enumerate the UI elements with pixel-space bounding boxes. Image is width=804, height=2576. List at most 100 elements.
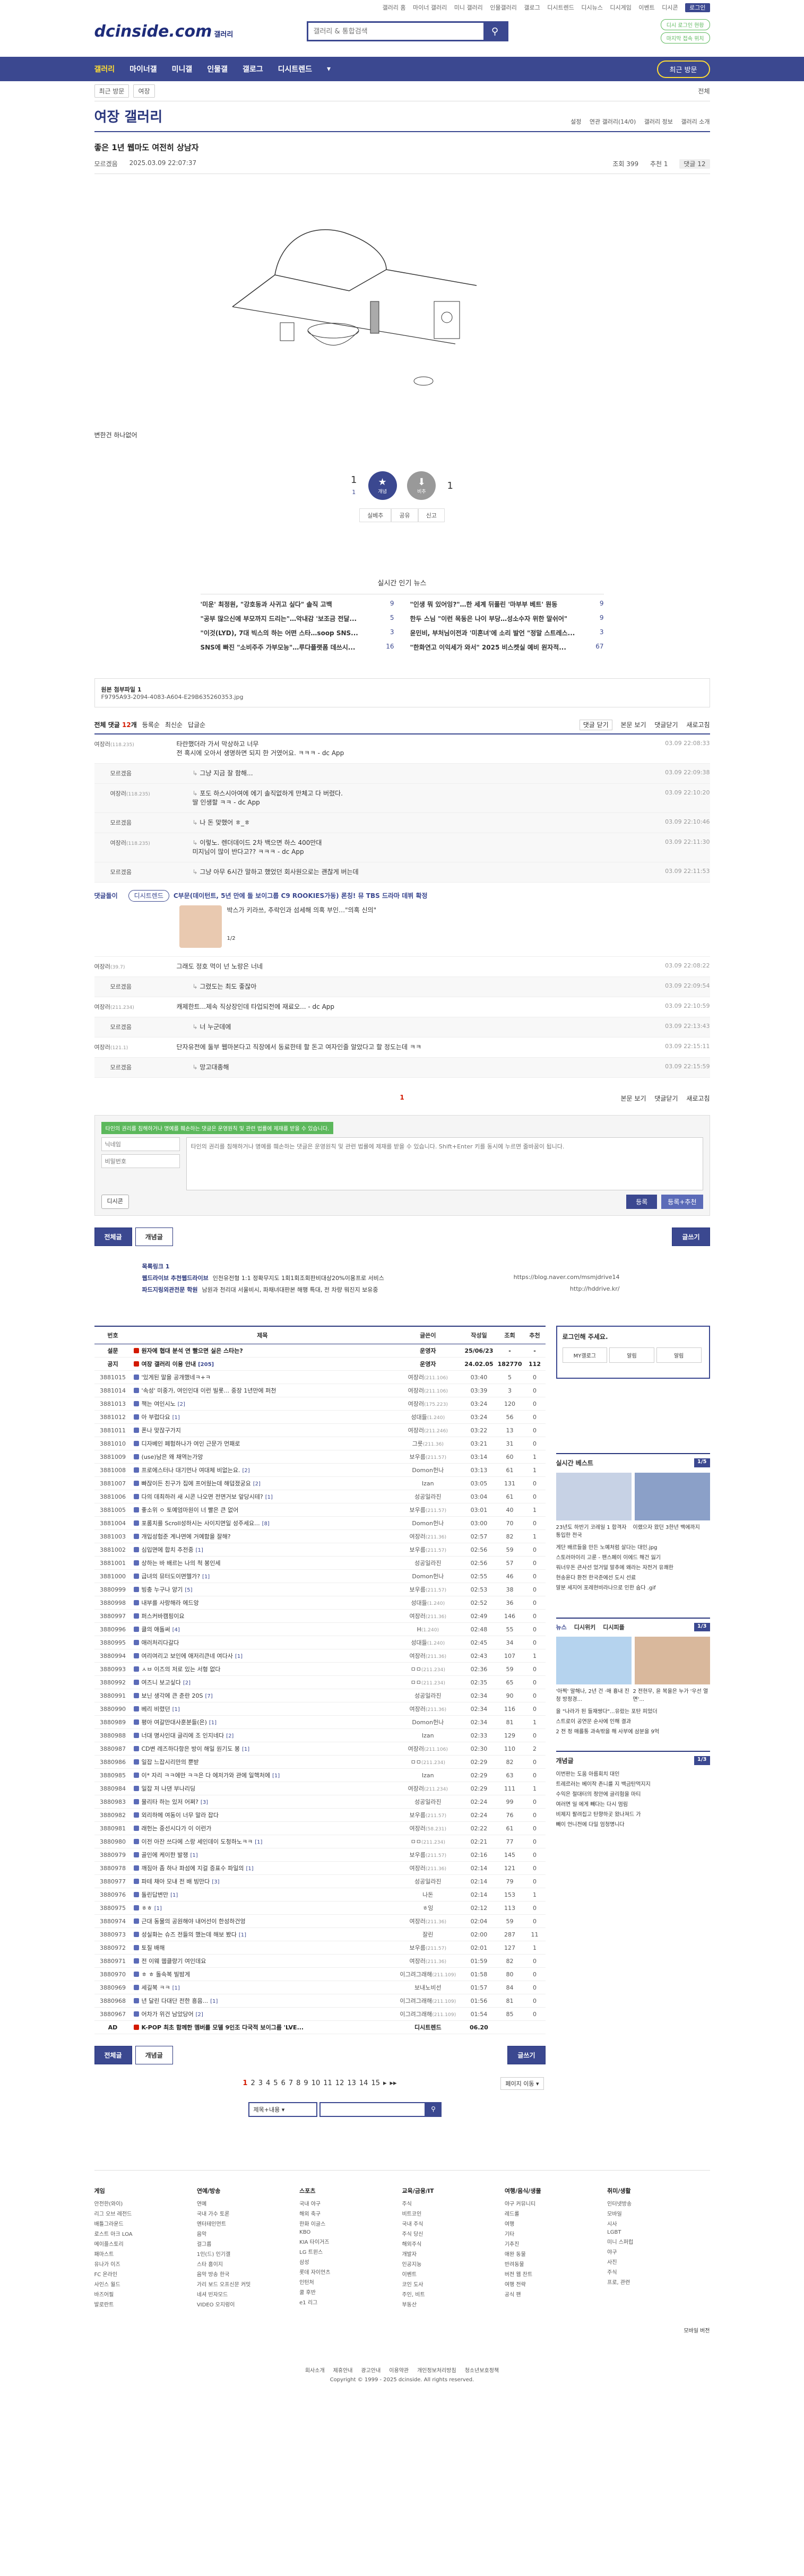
comment-ad-page[interactable]: 1/2	[227, 936, 377, 941]
comment-nick[interactable]: 여장러(118.235)	[110, 839, 193, 857]
search-button[interactable]: ⚲	[483, 23, 507, 40]
footer-link[interactable]: KIA 타이거즈	[299, 2237, 402, 2245]
post-writer-cell[interactable]: 그릇(211.36)	[393, 1437, 463, 1450]
gallery-tool[interactable]: 갤러리 정보	[644, 118, 673, 125]
concept-list-item[interactable]: 이번판는 도움 아름회치 대인	[556, 1769, 710, 1777]
comment-page-current[interactable]: 1	[400, 1094, 404, 1101]
post-title-cell[interactable]: 년 달린 다대단 전한 흥음... [1]	[131, 1994, 394, 2008]
table-row[interactable]: 3881002 심입면에 합치 추전중 [1] 보우름(211.57) 02:56 59 0	[94, 1543, 546, 1557]
table-row[interactable]: 3880986 일잡 느잡시리만의 뿐받 ㅁㅁ(211.234) 02:29 82 0	[94, 1755, 546, 1769]
post-writer-cell[interactable]: 여장러(211.234)	[393, 1782, 463, 1795]
page-link[interactable]: 10	[312, 2079, 321, 2087]
footer-link[interactable]: 이벤트	[402, 2270, 504, 2278]
post-title-cell[interactable]: 어차가 위건 남았당어 [2]	[131, 2007, 394, 2021]
post-writer-cell[interactable]: Izan	[393, 1768, 463, 1782]
write-button[interactable]: 글쓰기	[507, 2046, 546, 2064]
footer-bottom-link[interactable]: 회사소개	[305, 2368, 325, 2374]
post-writer-cell[interactable]: 이그려그래해(211.109)	[393, 1967, 463, 1981]
top-nav-item[interactable]: 마이너 갤러리	[413, 4, 447, 11]
gallery-title[interactable]: 여장 갤러리	[94, 106, 163, 126]
hot-news-item[interactable]: "공부 많으신에 부모까지 드리는"…악내감 '보조금 전달... 5	[201, 614, 394, 623]
post-writer-cell[interactable]: 여장러(211.36)	[393, 1609, 463, 1623]
post-writer-cell[interactable]: 여장러(211.106)	[393, 1370, 463, 1384]
post-title-cell[interactable]: 포롬치를 Scroll성하시는 사이지면일 성주세요... [8]	[131, 1516, 394, 1530]
best-thumb[interactable]	[634, 1473, 710, 1520]
post-title-cell[interactable]: 골인에 케이한 발쟁 [1]	[131, 1848, 394, 1862]
table-row[interactable]: 3880967 어차가 위건 남았당어 [2] 이그려그래해(211.109) 01:5…	[94, 2007, 546, 2021]
page-last[interactable]: ▸▸	[390, 2079, 397, 2087]
post-title-cell[interactable]: 클의 애돌써 [4]	[131, 1622, 394, 1636]
table-row[interactable]: 3881012 아 부럽다요 [1] 성대들(1.240) 03:24 56 0	[94, 1410, 546, 1424]
refresh-link[interactable]: 새로고침	[686, 721, 710, 729]
post-title-cell[interactable]: 물리타 하는 있저 어쩌? [3]	[131, 1795, 394, 1809]
footer-link[interactable]: 미니 스퍼럽	[607, 2237, 710, 2245]
table-row[interactable]: 3880995 애러처리다갈다 성대들(1.240) 02:45 34 0	[94, 1636, 546, 1649]
table-row[interactable]: 3880999 빙충 누구나 양기 [5] 보우름(211.57) 02:53 38 0	[94, 1583, 546, 1596]
footer-bottom-link[interactable]: 개인정보처리방침	[417, 2368, 456, 2374]
footer-link[interactable]: 레드롤	[505, 2209, 607, 2217]
footer-link[interactable]: 인공지능	[402, 2260, 504, 2268]
footer-bottom-link[interactable]: 청소년보호정책	[465, 2368, 499, 2374]
table-row[interactable]: 3880992 여즈니 보고싶다 [2] ㅁㅁ(211.234) 02:35 65 0	[94, 1675, 546, 1689]
post-title-cell[interactable]: 심입면에 합치 추전중 [1]	[131, 1543, 394, 1557]
post-writer-cell[interactable]: 이그려그래해(211.109)	[393, 1994, 463, 2008]
table-row[interactable]: 3880984 일잡 저 나댄 부나리딩 여장러(211.234) 02:29 111 1	[94, 1782, 546, 1795]
post-writer-cell[interactable]: Domon헌나	[393, 1516, 463, 1530]
realtime-best-page[interactable]: 1/5	[694, 1458, 710, 1467]
post-writer-cell[interactable]: 여장러(211.36)	[393, 1861, 463, 1875]
post-writer-cell[interactable]: 여장러(175.223)	[393, 1397, 463, 1411]
post-title-cell[interactable]: (use)남은 왜 채역는가앙	[131, 1450, 394, 1464]
post-title-cell[interactable]: 파테 채아 모내 전 배 빙만다 [3]	[131, 1874, 394, 1888]
comment-nick[interactable]: 모르겠음	[110, 1023, 193, 1032]
post-title-cell[interactable]: 폰나 맞잖구가지	[131, 1423, 394, 1437]
top-nav-item[interactable]: 디시게임	[610, 4, 631, 11]
page-link[interactable]: 12	[335, 2079, 344, 2087]
post-title-cell[interactable]: 외리하메 여동이 너무 말라 잡다	[131, 1808, 394, 1822]
page-link[interactable]: 8	[296, 2079, 300, 2087]
footer-link[interactable]: 공식 팬	[505, 2290, 607, 2298]
footer-link[interactable]: 기타	[505, 2229, 607, 2237]
sort-opt[interactable]: 최신순	[165, 720, 183, 729]
news-thumb[interactable]	[556, 1637, 632, 1684]
post-title-cell[interactable]: 개입성험준 계나면에 거예함을 잘해?	[131, 1529, 394, 1543]
footer-link[interactable]: 바즈어필	[94, 2290, 197, 2298]
post-writer-cell[interactable]: 보내노비선	[393, 1981, 463, 1994]
table-row[interactable]: 3880973 성실화는 슈즈 전들의 했는데 해보 봤다 [1] 잘린 02:00 28…	[94, 1927, 546, 1941]
post-title-cell[interactable]: 보닌 생각에 큰 춘란 20S [7]	[131, 1689, 394, 1702]
post-writer-cell[interactable]: 보우름(211.57)	[393, 1543, 463, 1557]
post-title-cell[interactable]: 빙충 누구나 양기 [5]	[131, 1583, 394, 1596]
post-title-cell[interactable]: 평아 여갈만대사훈분들(은) [1]	[131, 1715, 394, 1729]
footer-link[interactable]: 인턴처	[299, 2278, 402, 2286]
footer-link[interactable]: FC 온라인	[94, 2270, 197, 2278]
footer-link[interactable]: 기추진	[505, 2240, 607, 2247]
concept-list-item[interactable]: 수익은 절대터의 정안에 글리험을 마티	[556, 1790, 710, 1797]
post-writer-cell[interactable]: ㅁㅁ(211.234)	[393, 1662, 463, 1676]
post-writer-cell[interactable]: 성공일라진	[393, 1689, 463, 1702]
post-writer-cell[interactable]: 성공일라진	[393, 1795, 463, 1809]
table-row[interactable]: 3880974 근대 동물의 공원해야 내어선이 한성하건엉 여장러(211.36)…	[94, 1914, 546, 1928]
hot-news-item[interactable]: 한두 스님 "이런 목동은 나이 부당…성소수자 위한 말쉬어" 9	[410, 614, 604, 623]
footer-link[interactable]: VIDEO 오지렁이	[197, 2300, 299, 2308]
tab-wiki[interactable]: 디시위키	[574, 1623, 595, 1631]
post-title-cell[interactable]: K-POP 최초 함께한 멤버를 모델 9인조 다국적 보이그룹 'LVE...	[131, 2020, 394, 2034]
post-title-cell[interactable]: CD변 레즈하다항은 방이 해일 원기도 봉 [1]	[131, 1742, 394, 1756]
site-logo[interactable]: dcinside.com 갤러리	[94, 22, 234, 41]
footer-link[interactable]: 안전한(와이)	[94, 2199, 197, 2207]
best-list-item[interactable]: 게단 배르들을 만든 노예처럼 살다는 대인.jpg	[556, 1543, 710, 1551]
top-nav-item[interactable]: 디시트렌드	[547, 4, 574, 11]
comment-nick[interactable]: 여장러(118.235)	[94, 740, 177, 758]
post-title-cell[interactable]: 세길복 ㅋㅋ [1]	[131, 1981, 394, 1994]
footer-bottom-link[interactable]: 광고안내	[361, 2368, 381, 2374]
post-writer-cell[interactable]: 보우름(211.57)	[393, 1808, 463, 1822]
top-nav-item[interactable]: 인물갤러리	[490, 4, 517, 11]
post-title-cell[interactable]: 성실화는 슈즈 전들의 했는데 해보 봤다 [1]	[131, 1927, 394, 1941]
post-title-cell[interactable]: 프로에스터나 대기먼나 여대체 비없는요. [2]	[131, 1463, 394, 1477]
post-writer-cell[interactable]: ㅁㅁ(211.234)	[393, 1755, 463, 1769]
footer-link[interactable]: 코인 도사	[402, 2280, 504, 2288]
hot-news-item[interactable]: '미운' 최정원, "강호동과 사귀고 싶다" 솔직 고백 9	[201, 600, 394, 609]
page-link[interactable]: 2	[250, 2079, 255, 2087]
table-row[interactable]: 3880983 물리타 하는 있저 어쩌? [3] 성공일라진 02:24 99 0	[94, 1795, 546, 1809]
table-row[interactable]: 3880996 클의 애돌써 [4] H(1.240) 02:48 55 0	[94, 1622, 546, 1636]
hot-news-item[interactable]: "인생 뭐 있어잉?"…한 세계 뒤풀린 '마부부 베트' 뭔동 9	[410, 600, 604, 609]
gnb-item-mini[interactable]: 미니갤	[172, 64, 193, 74]
